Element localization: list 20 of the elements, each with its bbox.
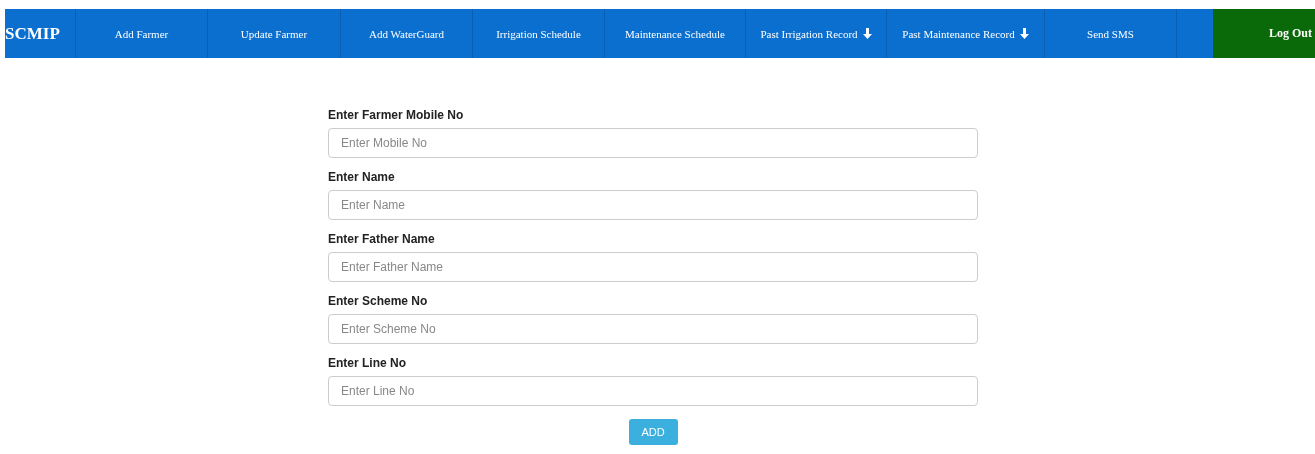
input-field[interactable]: Enter Line No xyxy=(328,376,978,406)
field-label: Enter Father Name xyxy=(328,232,436,246)
field-label: Enter Name xyxy=(328,170,396,184)
input-field[interactable]: Enter Father Name xyxy=(328,252,978,282)
nav-link[interactable]: Send SMS xyxy=(1045,9,1177,58)
input-field[interactable]: Enter Scheme No xyxy=(328,314,978,344)
logout-button[interactable]: Log Out xyxy=(1213,9,1315,58)
nav-link[interactable]: Past Irrigation Record xyxy=(746,9,887,58)
nav-link[interactable]: Past Maintenance Record xyxy=(887,9,1045,58)
field-label: Enter Farmer Mobile No xyxy=(328,108,465,122)
brand-link[interactable]: SCMIP xyxy=(5,9,76,58)
nav-link[interactable]: Maintenance Schedule xyxy=(605,9,746,58)
field-label: Enter Line No xyxy=(328,356,407,370)
input-field[interactable]: Enter Name xyxy=(328,190,978,220)
nav-link[interactable]: Add WaterGuard xyxy=(341,9,473,58)
nav-link[interactable]: Irrigation Schedule xyxy=(473,9,605,58)
nav-link[interactable]: Update Farmer xyxy=(208,9,341,58)
input-field[interactable]: Enter Mobile No xyxy=(328,128,978,158)
field-label: Enter Scheme No xyxy=(328,294,429,308)
nav-link[interactable]: Add Farmer xyxy=(76,9,208,58)
